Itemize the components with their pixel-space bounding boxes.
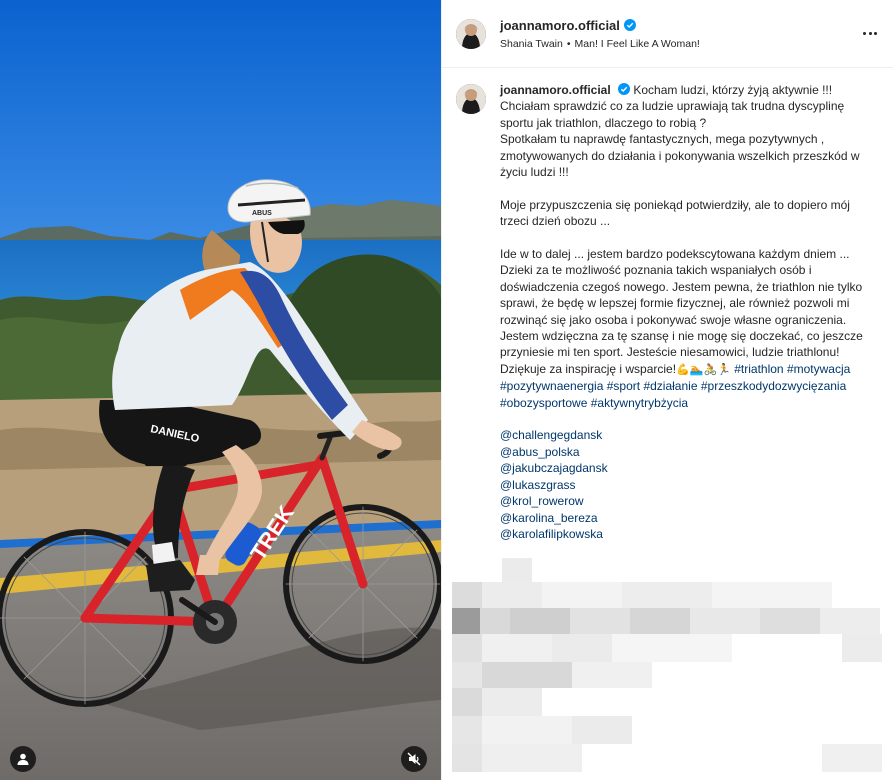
- caption-paragraph: Ide w to dalej ... jestem bardzo podeksc…: [500, 247, 863, 327]
- hashtag-link[interactable]: #motywacja: [787, 362, 850, 376]
- song-separator: •: [566, 37, 571, 50]
- more-dot: [863, 31, 866, 35]
- audio-track[interactable]: Shania Twain • Man! I Feel Like A Woman!: [500, 38, 700, 50]
- helmet-brand-text: ABUS: [252, 210, 272, 217]
- hashtag-link[interactable]: #aktywnytrybżycia: [591, 396, 688, 410]
- post-header: joannamoro.official Shania Twain • Man! I …: [442, 0, 893, 68]
- hashtag-link[interactable]: #triathlon: [734, 362, 783, 376]
- mention-link[interactable]: @abus_polska: [500, 444, 870, 460]
- hashtag-link[interactable]: #pozytywnaenergia: [500, 379, 603, 393]
- hashtag-link[interactable]: #sport: [607, 379, 640, 393]
- more-options-button[interactable]: [861, 24, 879, 42]
- mention-link[interactable]: @jakubczajagdansk: [500, 460, 870, 476]
- caption-avatar[interactable]: [456, 84, 486, 114]
- hashtag-link[interactable]: #działanie: [643, 379, 697, 393]
- caption-text: joannamoro.official Kocham ludzi, którzy…: [500, 82, 870, 542]
- username-link[interactable]: joannamoro.official: [500, 18, 620, 33]
- caption-paragraph: Moje przypuszczenia się poniekąd potwier…: [500, 197, 850, 229]
- mention-link[interactable]: @krol_rowerow: [500, 493, 870, 509]
- emoji-sequence: 💪🏊🚴🏃: [676, 362, 731, 376]
- post-media[interactable]: TREK ABUS DANIELO: [0, 0, 441, 780]
- tagged-users-button[interactable]: [10, 746, 36, 772]
- avatar[interactable]: [456, 18, 486, 49]
- mute-button[interactable]: [401, 746, 427, 772]
- cyclist-video-frame: TREK ABUS DANIELO: [0, 0, 441, 780]
- caption-thanks: Dziękuje za inspirację i wsparcie!: [500, 361, 677, 376]
- song-title: Man! I Feel Like A Woman!: [574, 37, 700, 50]
- song-artist: Shania Twain: [500, 37, 563, 50]
- header-text: joannamoro.official Shania Twain • Man! I …: [500, 18, 700, 50]
- more-dot: [868, 31, 872, 35]
- pixelated-comments: [442, 558, 893, 780]
- post-details-panel: joannamoro.official Shania Twain • Man! I …: [441, 0, 893, 780]
- hashtag-link[interactable]: #obozysportowe: [500, 396, 587, 410]
- caption-line: Chciałam sprawdzić co za ludzie uprawiaj…: [500, 99, 845, 130]
- verified-badge-icon: [618, 83, 631, 95]
- profile-photo: [456, 84, 486, 114]
- caption-hashtag-line: Dziękuje za inspirację i wsparcie!💪🏊🚴🏃 #…: [500, 361, 870, 411]
- caption-paragraph: Jestem wdzięczna za tę szansę i nie mogę…: [500, 329, 863, 360]
- mention-link[interactable]: @karolafilipkowska: [500, 526, 870, 542]
- caption-first-line: Kocham ludzi, którzy żyją aktywnie !!!: [630, 83, 833, 97]
- mentions-list: @challengegdansk @abus_polska @jakubczaj…: [500, 427, 870, 542]
- mute-icon: [407, 752, 421, 766]
- user-tag-icon: [17, 753, 29, 765]
- caption-line: Spotkałam tu naprawdę fantastycznych, me…: [500, 132, 860, 180]
- hashtag-link[interactable]: #przeszkodydozwycięzania: [701, 379, 846, 393]
- mention-link[interactable]: @lukaszgrass: [500, 477, 870, 493]
- profile-photo: [456, 18, 486, 49]
- mention-link[interactable]: @karolina_bereza: [500, 510, 870, 526]
- mention-link[interactable]: @challengegdansk: [500, 427, 870, 443]
- more-dot: [874, 31, 877, 35]
- caption-username[interactable]: joannamoro.official: [500, 83, 611, 97]
- verified-badge-icon: [623, 19, 636, 31]
- caption-block: joannamoro.official Kocham ludzi, którzy…: [442, 68, 893, 542]
